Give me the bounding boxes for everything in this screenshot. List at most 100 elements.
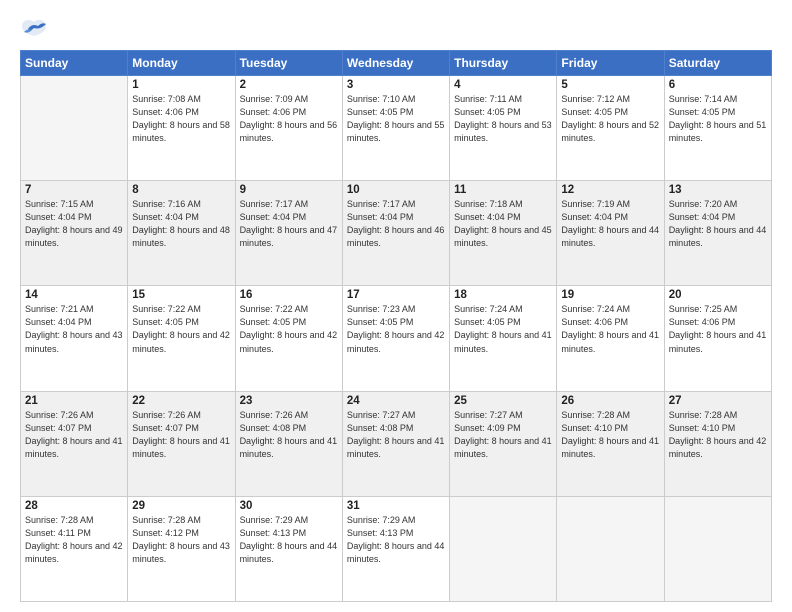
day-number: 29	[132, 500, 230, 512]
calendar-day-cell: 14 Sunrise: 7:21 AMSunset: 4:04 PMDayligh…	[21, 286, 128, 391]
calendar-day-cell: 23Sunrise: 7:26 AMSunset: 4:08 PMDayligh…	[235, 391, 342, 496]
calendar-day-cell: 24Sunrise: 7:27 AMSunset: 4:08 PMDayligh…	[342, 391, 449, 496]
calendar-day-cell: 1 Sunrise: 7:08 AMSunset: 4:06 PMDaylight…	[128, 76, 235, 181]
day-info: Sunrise: 7:14 AMSunset: 4:05 PMDaylight:…	[669, 93, 767, 145]
day-number: 13	[669, 184, 767, 196]
day-info: Sunrise: 7:24 AMSunset: 4:06 PMDaylight:…	[561, 303, 659, 355]
day-number: 27	[669, 395, 767, 407]
day-info: Sunrise: 7:26 AMSunset: 4:07 PMDaylight:…	[132, 409, 230, 461]
calendar-day-cell: 7 Sunrise: 7:15 AMSunset: 4:04 PMDaylight…	[21, 181, 128, 286]
day-info: Sunrise: 7:11 AMSunset: 4:05 PMDaylight:…	[454, 93, 552, 145]
calendar-day-cell: 8Sunrise: 7:16 AMSunset: 4:04 PMDaylight…	[128, 181, 235, 286]
calendar-day-cell: 2 Sunrise: 7:09 AMSunset: 4:06 PMDaylight…	[235, 76, 342, 181]
calendar-day-cell: 30 Sunrise: 7:29 AMSunset: 4:13 PMDayligh…	[235, 496, 342, 601]
calendar-day-cell: 13 Sunrise: 7:20 AMSunset: 4:04 PMDayligh…	[664, 181, 771, 286]
calendar-day-cell	[450, 496, 557, 601]
day-number: 18	[454, 289, 552, 301]
day-number: 9	[240, 184, 338, 196]
day-info: Sunrise: 7:10 AMSunset: 4:05 PMDaylight:…	[347, 93, 445, 145]
calendar-day-cell: 15 Sunrise: 7:22 AMSunset: 4:05 PMDayligh…	[128, 286, 235, 391]
calendar-day-cell	[21, 76, 128, 181]
calendar-day-cell: 28Sunrise: 7:28 AMSunset: 4:11 PMDayligh…	[21, 496, 128, 601]
calendar-day-cell: 27 Sunrise: 7:28 AMSunset: 4:10 PMDayligh…	[664, 391, 771, 496]
day-info: Sunrise: 7:08 AMSunset: 4:06 PMDaylight:…	[132, 93, 230, 145]
calendar-week-row: 21 Sunrise: 7:26 AMSunset: 4:07 PMDayligh…	[21, 391, 772, 496]
day-info: Sunrise: 7:15 AMSunset: 4:04 PMDaylight:…	[25, 198, 123, 250]
day-info: Sunrise: 7:29 AMSunset: 4:13 PMDaylight:…	[240, 514, 338, 566]
calendar-day-cell: 29 Sunrise: 7:28 AMSunset: 4:12 PMDayligh…	[128, 496, 235, 601]
calendar-page: SundayMondayTuesdayWednesdayThursdayFrid…	[0, 0, 792, 612]
calendar-day-cell: 9 Sunrise: 7:17 AMSunset: 4:04 PMDaylight…	[235, 181, 342, 286]
calendar-day-cell: 25Sunrise: 7:27 AMSunset: 4:09 PMDayligh…	[450, 391, 557, 496]
day-info: Sunrise: 7:17 AMSunset: 4:04 PMDaylight:…	[240, 198, 338, 250]
day-number: 31	[347, 500, 445, 512]
day-number: 19	[561, 289, 659, 301]
day-info: Sunrise: 7:28 AMSunset: 4:10 PMDaylight:…	[669, 409, 767, 461]
day-number: 28	[25, 500, 123, 512]
day-number: 12	[561, 184, 659, 196]
calendar-week-row: 1 Sunrise: 7:08 AMSunset: 4:06 PMDaylight…	[21, 76, 772, 181]
day-info: Sunrise: 7:22 AMSunset: 4:05 PMDaylight:…	[132, 303, 230, 355]
weekday-header-tuesday: Tuesday	[235, 51, 342, 76]
day-info: Sunrise: 7:22 AMSunset: 4:05 PMDaylight:…	[240, 303, 338, 355]
weekday-header-monday: Monday	[128, 51, 235, 76]
day-number: 6	[669, 79, 767, 91]
logo-bird-icon	[20, 18, 48, 40]
day-number: 3	[347, 79, 445, 91]
weekday-header-friday: Friday	[557, 51, 664, 76]
day-number: 8	[132, 184, 230, 196]
day-number: 20	[669, 289, 767, 301]
calendar-day-cell: 31Sunrise: 7:29 AMSunset: 4:13 PMDayligh…	[342, 496, 449, 601]
day-number: 24	[347, 395, 445, 407]
day-info: Sunrise: 7:17 AMSunset: 4:04 PMDaylight:…	[347, 198, 445, 250]
calendar-day-cell: 21 Sunrise: 7:26 AMSunset: 4:07 PMDayligh…	[21, 391, 128, 496]
day-info: Sunrise: 7:28 AMSunset: 4:10 PMDaylight:…	[561, 409, 659, 461]
day-number: 4	[454, 79, 552, 91]
day-info: Sunrise: 7:21 AMSunset: 4:04 PMDaylight:…	[25, 303, 123, 355]
day-info: Sunrise: 7:12 AMSunset: 4:05 PMDaylight:…	[561, 93, 659, 145]
calendar-day-cell: 12 Sunrise: 7:19 AMSunset: 4:04 PMDayligh…	[557, 181, 664, 286]
day-number: 2	[240, 79, 338, 91]
day-number: 10	[347, 184, 445, 196]
calendar-header-row: SundayMondayTuesdayWednesdayThursdayFrid…	[21, 51, 772, 76]
day-info: Sunrise: 7:25 AMSunset: 4:06 PMDaylight:…	[669, 303, 767, 355]
calendar-day-cell: 11 Sunrise: 7:18 AMSunset: 4:04 PMDayligh…	[450, 181, 557, 286]
day-info: Sunrise: 7:28 AMSunset: 4:12 PMDaylight:…	[132, 514, 230, 566]
calendar-day-cell: 22 Sunrise: 7:26 AMSunset: 4:07 PMDayligh…	[128, 391, 235, 496]
calendar-week-row: 14 Sunrise: 7:21 AMSunset: 4:04 PMDayligh…	[21, 286, 772, 391]
day-info: Sunrise: 7:18 AMSunset: 4:04 PMDaylight:…	[454, 198, 552, 250]
day-number: 1	[132, 79, 230, 91]
day-number: 7	[25, 184, 123, 196]
calendar-day-cell	[664, 496, 771, 601]
day-info: Sunrise: 7:27 AMSunset: 4:09 PMDaylight:…	[454, 409, 552, 461]
calendar-week-row: 7 Sunrise: 7:15 AMSunset: 4:04 PMDaylight…	[21, 181, 772, 286]
day-number: 14	[25, 289, 123, 301]
calendar-day-cell: 17Sunrise: 7:23 AMSunset: 4:05 PMDayligh…	[342, 286, 449, 391]
day-info: Sunrise: 7:20 AMSunset: 4:04 PMDaylight:…	[669, 198, 767, 250]
day-number: 30	[240, 500, 338, 512]
calendar-day-cell: 10 Sunrise: 7:17 AMSunset: 4:04 PMDayligh…	[342, 181, 449, 286]
calendar-day-cell: 18 Sunrise: 7:24 AMSunset: 4:05 PMDayligh…	[450, 286, 557, 391]
calendar-day-cell	[557, 496, 664, 601]
day-number: 5	[561, 79, 659, 91]
weekday-header-saturday: Saturday	[664, 51, 771, 76]
calendar-day-cell: 6 Sunrise: 7:14 AMSunset: 4:05 PMDaylight…	[664, 76, 771, 181]
logo	[20, 18, 52, 40]
day-info: Sunrise: 7:09 AMSunset: 4:06 PMDaylight:…	[240, 93, 338, 145]
weekday-header-wednesday: Wednesday	[342, 51, 449, 76]
day-info: Sunrise: 7:24 AMSunset: 4:05 PMDaylight:…	[454, 303, 552, 355]
calendar-day-cell: 3 Sunrise: 7:10 AMSunset: 4:05 PMDaylight…	[342, 76, 449, 181]
day-info: Sunrise: 7:19 AMSunset: 4:04 PMDaylight:…	[561, 198, 659, 250]
day-number: 26	[561, 395, 659, 407]
day-info: Sunrise: 7:26 AMSunset: 4:07 PMDaylight:…	[25, 409, 123, 461]
calendar-week-row: 28Sunrise: 7:28 AMSunset: 4:11 PMDayligh…	[21, 496, 772, 601]
calendar-day-cell: 19 Sunrise: 7:24 AMSunset: 4:06 PMDayligh…	[557, 286, 664, 391]
day-info: Sunrise: 7:26 AMSunset: 4:08 PMDaylight:…	[240, 409, 338, 461]
header	[20, 18, 772, 40]
day-number: 11	[454, 184, 552, 196]
calendar-day-cell: 5 Sunrise: 7:12 AMSunset: 4:05 PMDaylight…	[557, 76, 664, 181]
day-info: Sunrise: 7:23 AMSunset: 4:05 PMDaylight:…	[347, 303, 445, 355]
day-number: 22	[132, 395, 230, 407]
day-number: 15	[132, 289, 230, 301]
day-number: 21	[25, 395, 123, 407]
